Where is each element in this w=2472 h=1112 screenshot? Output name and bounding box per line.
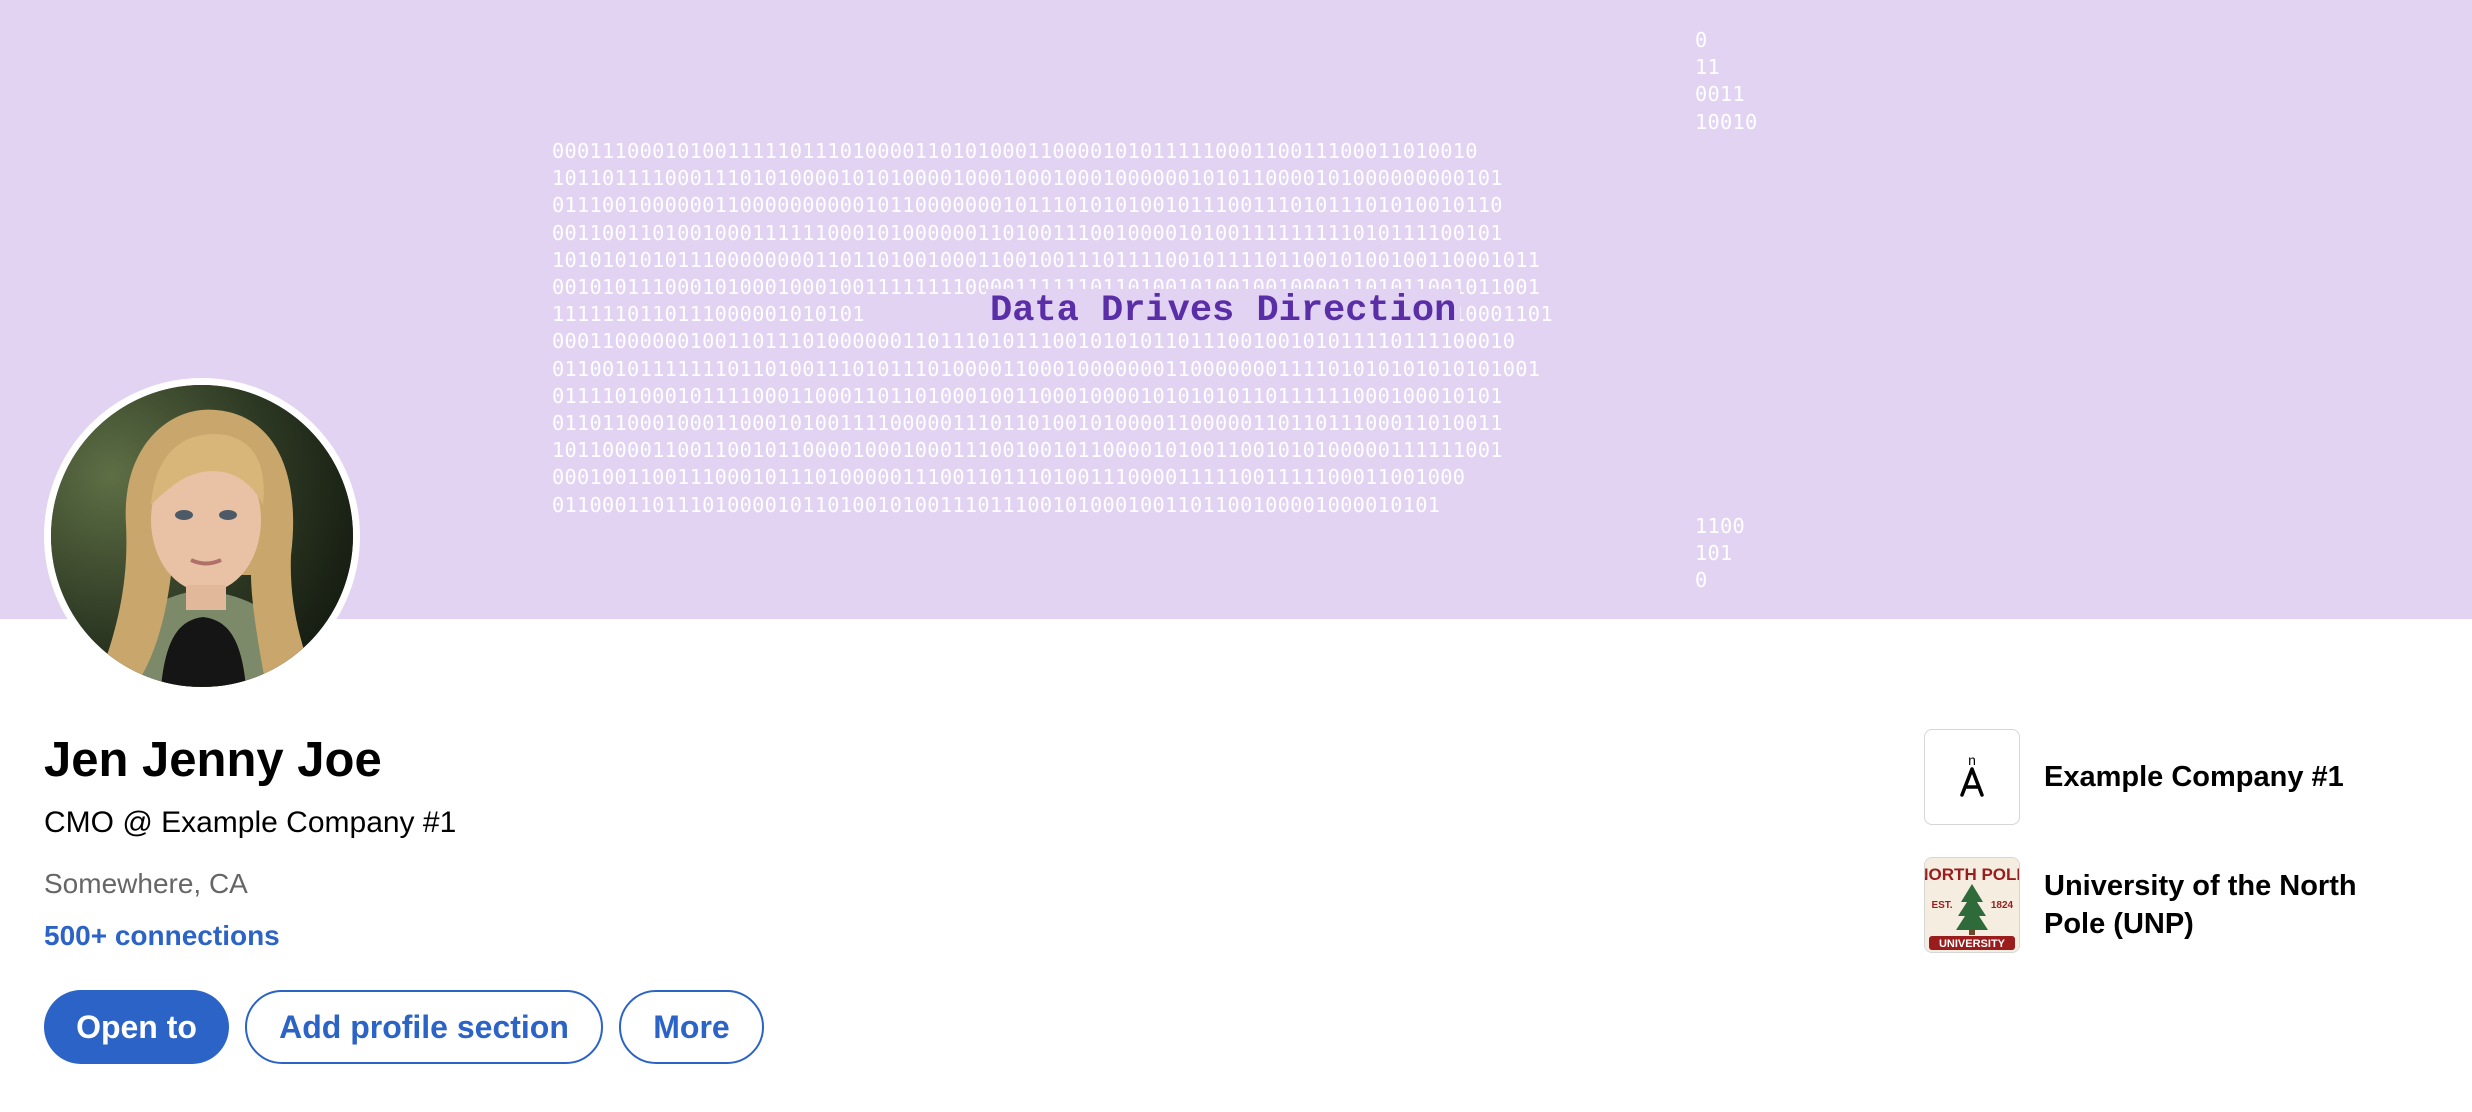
university-name: University of the North Pole (UNP) — [2044, 870, 2357, 940]
current-company-link[interactable]: n Example Company #1 — [1924, 729, 2404, 825]
university-logo-est: EST. — [1931, 900, 1952, 911]
banner-tagline: Data Drives Direction — [986, 289, 1461, 333]
profile-location: Somewhere, CA — [44, 868, 248, 899]
more-button[interactable]: More — [619, 990, 764, 1064]
education-link[interactable]: NORTH POLE EST. 1824 UNIVERSITY Universi… — [1924, 857, 2404, 953]
company-name: Example Company #1 — [2044, 761, 2344, 793]
profile-photo-image — [51, 385, 353, 687]
add-profile-section-button[interactable]: Add profile section — [245, 990, 603, 1064]
profile-banner: 0 11 0011 10010 000111000101001111101110… — [0, 0, 2472, 619]
banner-binary-top: 0 11 0011 10010 — [1695, 28, 1758, 134]
connections-link[interactable]: 500+ connections — [44, 918, 280, 954]
university-logo-bottom: UNIVERSITY — [1939, 938, 2006, 950]
open-to-button[interactable]: Open to — [44, 990, 229, 1064]
university-logo-year: 1824 — [1991, 900, 2014, 911]
north-pole-university-logo: NORTH POLE EST. 1824 UNIVERSITY — [1924, 857, 2020, 953]
university-logo-top: NORTH POLE — [1925, 865, 2019, 884]
profile-photo[interactable] — [44, 378, 360, 694]
banner-binary-bottom: 1100 101 0 — [1695, 514, 1746, 593]
profile-headline: CMO @ Example Company #1 — [44, 806, 457, 839]
example-company-logo: n — [1924, 729, 2020, 825]
profile-name: Jen Jenny Joe — [44, 733, 382, 787]
company-logo-mark: n — [1968, 752, 1976, 768]
